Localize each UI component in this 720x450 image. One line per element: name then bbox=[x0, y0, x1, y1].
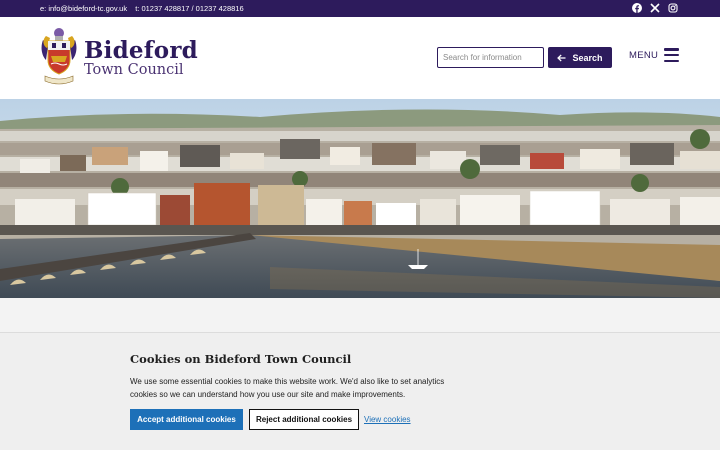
social-links bbox=[632, 3, 678, 13]
phone-link[interactable]: t: 01237 428817 / 01237 428816 bbox=[135, 4, 243, 13]
top-contact-bar: e: info@bideford-tc.gov.uk t: 01237 4288… bbox=[0, 0, 720, 17]
cookie-message: We use some essential cookies to make th… bbox=[130, 377, 445, 399]
content-band bbox=[0, 298, 720, 332]
instagram-icon[interactable] bbox=[668, 3, 678, 13]
hamburger-icon bbox=[664, 48, 680, 62]
search-button-label: Search bbox=[572, 52, 603, 63]
hero-town-photo bbox=[0, 99, 720, 298]
view-cookies-link[interactable]: View cookies bbox=[364, 415, 411, 424]
reject-cookies-button[interactable]: Reject additional cookies bbox=[249, 409, 359, 430]
search-button[interactable]: Search bbox=[548, 47, 612, 68]
accept-cookies-button[interactable]: Accept additional cookies bbox=[130, 409, 243, 430]
menu-label: MENU bbox=[629, 49, 659, 61]
menu-toggle[interactable]: MENU bbox=[629, 48, 680, 62]
email-link[interactable]: e: info@bideford-tc.gov.uk bbox=[40, 4, 127, 13]
x-icon[interactable] bbox=[650, 3, 660, 13]
brand-name[interactable]: Bideford bbox=[84, 37, 198, 64]
site-header: Bideford Town Council Search MENU bbox=[0, 17, 720, 99]
search-input[interactable] bbox=[437, 47, 544, 68]
brand-subtitle[interactable]: Town Council bbox=[84, 62, 184, 78]
arrow-left-icon bbox=[557, 54, 566, 61]
cookie-title: Cookies on Bideford Town Council bbox=[130, 352, 352, 366]
cookie-banner: Cookies on Bideford Town Council We use … bbox=[0, 332, 720, 450]
contact-info: e: info@bideford-tc.gov.uk t: 01237 4288… bbox=[40, 4, 250, 13]
council-crest-logo[interactable] bbox=[40, 26, 78, 86]
facebook-icon[interactable] bbox=[632, 3, 642, 13]
